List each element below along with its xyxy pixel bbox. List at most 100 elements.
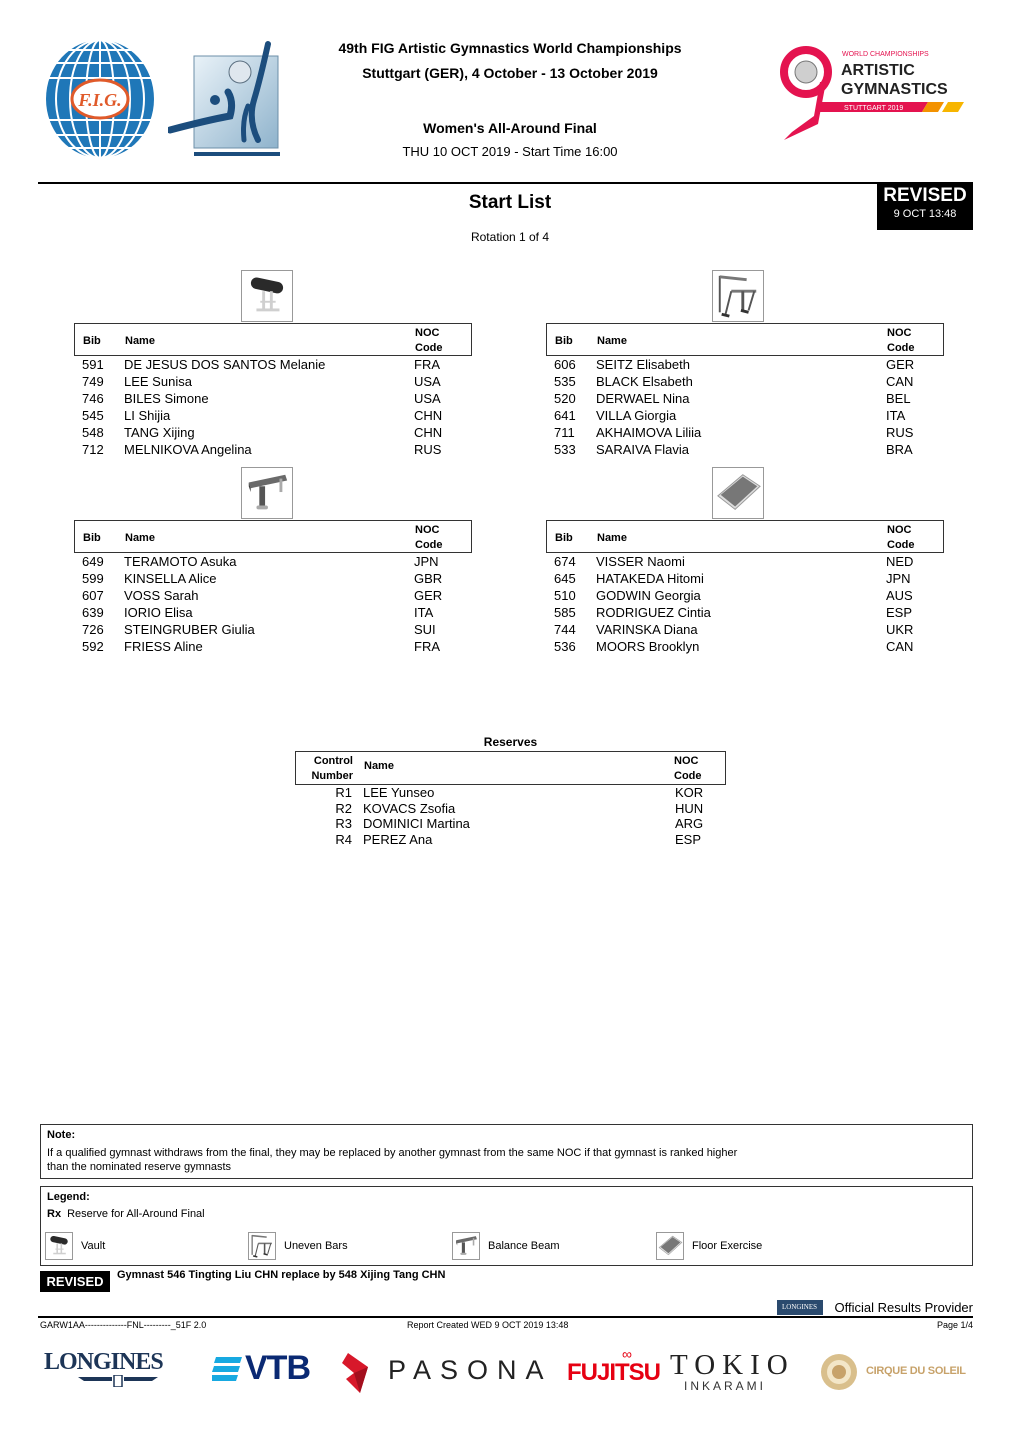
legend-rx-text: Reserve for All-Around Final [67, 1208, 205, 1220]
noc-code: RUS [886, 425, 914, 440]
revision-note: Gymnast 546 Tingting Liu CHN replace by … [117, 1269, 446, 1281]
world-championships-logo: WORLD CHAMPIONSHIPS ARTISTIC GYMNASTICS … [780, 46, 964, 140]
uneven-bars-icon [248, 1232, 276, 1260]
noc-code: GER [886, 357, 915, 372]
gymnast-name: KINSELLA Alice [124, 571, 217, 586]
table-row: 591 DE JESUS DOS SANTOS Melanie FRA [74, 356, 472, 373]
reserves-title: Reserves [483, 735, 538, 749]
gymnast-name: FRIESS Aline [124, 639, 203, 654]
column-header-name: Name [597, 532, 627, 544]
column-header-control-number: Control Number [311, 755, 353, 782]
note-text-line2: than the nominated reserve gymnasts [47, 1161, 232, 1173]
legend-item-label: Floor Exercise [692, 1240, 763, 1252]
legend-item-label: Uneven Bars [284, 1240, 348, 1252]
control-number: R3 [335, 816, 352, 831]
noc-code: ESP [886, 605, 913, 620]
noc-code: CAN [886, 639, 914, 654]
page-number: Page 1/4 [936, 1320, 973, 1330]
session-info: THU 10 OCT 2019 - Start Time 16:00 [402, 144, 618, 159]
reserves-table: Control Number Name NOC Code R1 LEE Yunseo K… [295, 751, 726, 847]
document-code: GARW1AA--------------FNL---------_51F 2.… [40, 1320, 207, 1330]
noc-code: BEL [886, 391, 911, 406]
bib: 510 [554, 588, 576, 603]
column-header-bib: Bib [555, 532, 573, 544]
note-label: Note: [47, 1129, 76, 1141]
legend-label: Legend: [47, 1191, 90, 1203]
balance-beam-icon [452, 1232, 480, 1260]
table-row: 607 VOSS Sarah GER [74, 587, 472, 604]
fujitsu-logo: FUJITSU [567, 1359, 661, 1386]
tokio-logo: TOKIO [670, 1349, 795, 1381]
column-header-noc: NOC Code [415, 524, 443, 551]
table-row: 510 GODWIN Georgia AUS [546, 587, 944, 604]
vault-icon [45, 1232, 73, 1260]
column-header-name: Name [125, 335, 155, 347]
bib: 744 [554, 622, 576, 637]
gymnast-name: KOVACS Zsofia [363, 800, 456, 816]
championship-title: 49th FIG Artistic Gymnastics World Champ… [338, 40, 682, 56]
noc-code: UKR [886, 622, 914, 637]
start-list-table-vault: Bib Name NOC Code 591 DE JESUS DOS SANTOS … [74, 323, 472, 458]
fig-monogram: F.I.G. [77, 90, 121, 110]
gymnast-name: HATAKEDA Hitomi [596, 571, 704, 586]
table-row: 592 FRIESS Aline FRA [74, 638, 472, 655]
noc-code: USA [414, 391, 441, 406]
column-header-name: Name [125, 532, 155, 544]
control-number: R2 [335, 800, 352, 816]
noc-code: RUS [414, 442, 442, 457]
location-dates: Stuttgart (GER), 4 October - 13 October … [362, 65, 658, 81]
gymnast-name: SARAIVA Flavia [596, 442, 689, 457]
table-row: R3 DOMINICI Martina ARG [295, 816, 726, 832]
noc-code: ITA [414, 605, 434, 620]
gymnast-name: VOSS Sarah [124, 588, 199, 603]
noc-code: CHN [414, 408, 443, 423]
report-created: Report Created WED 9 OCT 2019 13:48 [407, 1320, 569, 1330]
vtb-stripes-icon [212, 1356, 242, 1381]
table-row: R2 KOVACS Zsofia HUN [295, 801, 726, 817]
start-list-table-balance-beam: Bib Name NOC Code 649 TERAMOTO Asuka JPN 59… [74, 520, 472, 655]
control-number: R4 [335, 831, 352, 847]
column-header-bib: Bib [555, 335, 573, 347]
rotation-label: Rotation 1 of 4 [470, 230, 550, 244]
longines-logo: LONGINES [44, 1349, 164, 1375]
table-row: 649 TERAMOTO Asuka JPN [74, 553, 472, 570]
bib: 641 [554, 408, 576, 423]
table-row: 744 VARINSKA Diana UKR [546, 621, 944, 638]
revised-badge-timestamp: 9 OCT 13:48 [893, 208, 957, 220]
bib: 726 [82, 622, 104, 637]
bib: 536 [554, 639, 576, 654]
noc-code: FRA [414, 639, 440, 654]
bib: 746 [82, 391, 104, 406]
sponsor-bar: LONGINES VTB PASONA ∞ FUJITSU TOKIO INKA… [40, 1345, 975, 1395]
gymnast-name: TANG Xijing [124, 425, 195, 440]
pasona-logo: PASONA [388, 1355, 553, 1385]
legend-item-uneven-bars: Uneven Bars [248, 1232, 348, 1260]
gymnast-name: LEE Sunisa [124, 374, 192, 389]
table-row: R4 PEREZ Ana ESP [295, 832, 726, 848]
noc-code: CAN [886, 374, 914, 389]
column-header-noc: NOC Code [887, 524, 915, 551]
wc-logo-line1: WORLD CHAMPIONSHIPS [842, 51, 929, 58]
wc-logo-line2: ARTISTIC [841, 62, 915, 79]
bib: 599 [82, 571, 104, 586]
bib: 591 [82, 357, 104, 372]
vault-icon [241, 270, 293, 322]
noc-code: GER [414, 588, 443, 603]
noc-code: ITA [886, 408, 906, 423]
gymnast-name: AKHAIMOVA Liliia [596, 425, 702, 440]
cirque-sun-icon [821, 1354, 857, 1390]
table-row: 606 SEITZ Elisabeth GER [546, 356, 944, 373]
revision-tag: REVISED [40, 1271, 110, 1292]
column-header-noc: NOC Code [887, 327, 915, 354]
column-header-name: Name [597, 335, 627, 347]
gymnast-name: BILES Simone [124, 391, 209, 406]
gymnast-name: VILLA Giorgia [596, 408, 677, 423]
legend-item-label: Vault [81, 1240, 106, 1252]
noc-code: FRA [414, 357, 440, 372]
header-divider [38, 182, 973, 184]
table-row: 536 MOORS Brooklyn CAN [546, 638, 944, 655]
gymnast-name: BLACK Elsabeth [596, 374, 693, 389]
bib: 520 [554, 391, 576, 406]
bib: 548 [82, 425, 104, 440]
noc-code: HUN [675, 800, 704, 816]
